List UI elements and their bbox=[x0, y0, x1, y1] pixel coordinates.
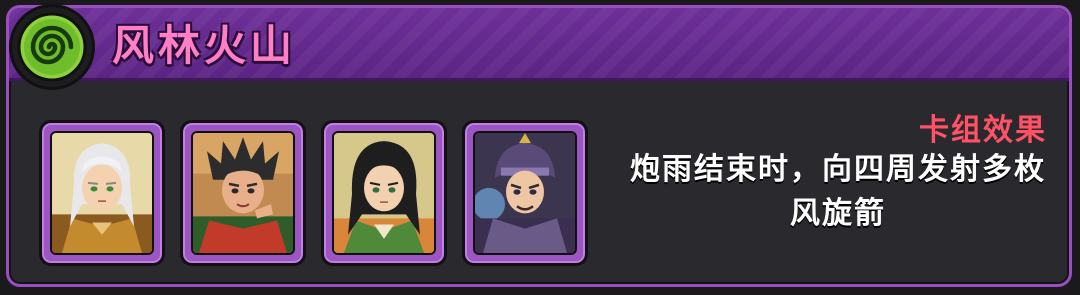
character-card-2[interactable] bbox=[180, 120, 306, 266]
deck-effect-description: 炮雨结束时，向四周发射多枚 风旋箭 bbox=[609, 148, 1067, 236]
green-spiral-icon bbox=[12, 7, 92, 87]
character-card-1[interactable] bbox=[39, 120, 165, 266]
character-card-4[interactable] bbox=[462, 120, 588, 266]
spiky-haired-warrior-portrait bbox=[191, 131, 295, 255]
character-card-3[interactable] bbox=[321, 120, 447, 266]
long-haired-strategist-portrait bbox=[332, 131, 436, 255]
deck-effect-label: 卡组效果 bbox=[919, 113, 1047, 148]
deck-effect-line-2: 风旋箭 bbox=[790, 196, 886, 231]
deck-effect-line-1: 炮雨结束时，向四周发射多枚 bbox=[630, 152, 1046, 187]
set-title: 风林火山 bbox=[112, 21, 297, 70]
white-haired-elder-portrait bbox=[50, 131, 154, 255]
card-row bbox=[39, 120, 588, 270]
armored-general-portrait bbox=[473, 131, 577, 255]
